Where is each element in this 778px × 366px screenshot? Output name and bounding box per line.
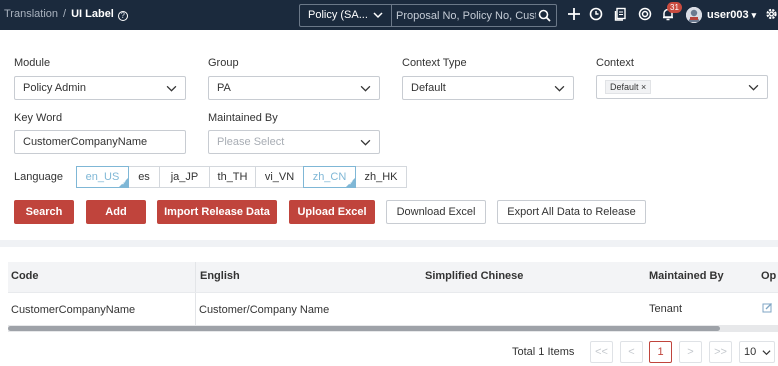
last-page-button[interactable]: >> (709, 341, 732, 363)
group-label: Group (208, 57, 239, 69)
notification-badge: 31 (667, 2, 682, 13)
context-tag-label: Default (610, 82, 639, 92)
chevron-down-icon (748, 84, 759, 91)
page-size-select[interactable]: 10 (739, 341, 775, 363)
context-type-select[interactable]: Default (402, 76, 574, 100)
keyword-label: Key Word (14, 112, 63, 124)
first-page-button[interactable]: << (590, 341, 613, 363)
language-option-label: th_TH (217, 171, 248, 183)
maintained-by-label: Maintained By (208, 112, 278, 124)
breadcrumb-separator: / (63, 8, 67, 20)
policy-type-value: Policy (SA... (308, 9, 368, 21)
username[interactable]: user003 ▾ (707, 9, 756, 21)
language-option-label: zh_HK (364, 171, 398, 183)
global-search (392, 4, 557, 27)
next-page-button[interactable]: > (679, 341, 702, 363)
breadcrumb: Translation / UI Label? (4, 8, 128, 21)
module-value: Policy Admin (23, 82, 86, 94)
module-select[interactable]: Policy Admin (14, 76, 186, 100)
language-option-label: zh_CN (312, 171, 347, 183)
column-header-maintained-by[interactable]: Maintained By (649, 270, 724, 282)
gear-icon[interactable] (765, 7, 778, 21)
cell-maintained-by: Tenant (649, 303, 683, 315)
target-icon[interactable] (638, 7, 652, 21)
total-items: Total 1 Items (512, 346, 575, 358)
language-label: Language (14, 171, 63, 183)
context-tag: Default × (605, 80, 652, 94)
language-option-zh-cn[interactable]: zh_CN ✓ (303, 166, 356, 188)
column-header-operation: Op (761, 270, 777, 282)
upload-excel-button[interactable]: Upload Excel (289, 200, 375, 224)
chevron-down-icon: ▾ (751, 10, 757, 20)
prev-page-button[interactable]: < (620, 341, 643, 363)
page-title: UI Label (71, 8, 114, 20)
row-divider (8, 292, 778, 293)
group-value: PA (217, 82, 231, 94)
help-icon[interactable]: ? (117, 11, 128, 21)
breadcrumb-parent[interactable]: Translation (4, 8, 58, 20)
context-multiselect[interactable]: Default × (596, 75, 768, 99)
search-button[interactable]: Search (14, 200, 74, 224)
table-header: Code English Simplified Chinese Maintain… (8, 262, 778, 292)
section-divider (0, 240, 778, 247)
user-avatar-icon (686, 7, 702, 23)
context-label: Context (596, 57, 634, 69)
cell-english: Customer/Company Name (199, 304, 330, 316)
chevron-down-icon (373, 12, 383, 19)
language-option-th-th[interactable]: th_TH (209, 166, 256, 188)
chevron-down-icon (360, 139, 371, 146)
column-header-english[interactable]: English (200, 270, 240, 282)
plus-icon[interactable] (567, 7, 581, 21)
chevron-down-icon (166, 85, 177, 92)
clock-icon[interactable] (589, 7, 603, 21)
top-bar: Translation / UI Label? Policy (SA... 31 u… (0, 0, 778, 30)
edit-icon[interactable] (762, 302, 773, 313)
policy-type-select[interactable]: Policy (SA... (299, 4, 392, 27)
add-button[interactable]: Add (86, 200, 146, 224)
keyword-input[interactable] (14, 130, 186, 154)
check-icon: ✓ (348, 180, 354, 187)
language-option-es[interactable]: es (128, 166, 160, 188)
language-option-vi-vn[interactable]: vi_VN (255, 166, 304, 188)
chevron-down-icon (554, 85, 565, 92)
language-option-label: es (138, 171, 150, 183)
group-select[interactable]: PA (208, 76, 380, 100)
chevron-down-icon (360, 85, 371, 92)
documents-icon[interactable] (614, 7, 628, 21)
language-option-label: vi_VN (264, 171, 295, 183)
download-excel-button[interactable]: Download Excel (386, 200, 486, 224)
cell-code: CustomerCompanyName (11, 304, 136, 316)
export-all-data-button[interactable]: Export All Data to Release (497, 200, 646, 224)
column-divider (195, 262, 196, 328)
language-option-label: en_US (85, 171, 120, 183)
page-size-value: 10 (744, 346, 757, 358)
language-option-en-us[interactable]: en_US ✓ (76, 166, 129, 188)
maintained-by-select[interactable]: Please Select (208, 130, 380, 154)
maintained-by-placeholder: Please Select (217, 136, 285, 148)
chevron-down-icon (762, 350, 771, 356)
import-release-data-button[interactable]: Import Release Data (157, 200, 277, 224)
column-header-simplified-chinese[interactable]: Simplified Chinese (425, 270, 523, 282)
language-option-zh-hk[interactable]: zh_HK (355, 166, 407, 188)
module-label: Module (14, 57, 51, 69)
avatar[interactable] (686, 7, 702, 23)
context-type-value: Default (411, 82, 446, 94)
scrollbar-thumb[interactable] (8, 326, 720, 331)
language-option-ja-jp[interactable]: ja_JP (159, 166, 210, 188)
horizontal-scrollbar[interactable] (8, 325, 778, 332)
global-search-input[interactable] (396, 8, 536, 23)
page-1-button[interactable]: 1 (649, 341, 672, 363)
check-icon: ✓ (121, 180, 127, 187)
username-label: user003 (707, 9, 749, 21)
language-option-label: ja_JP (170, 171, 199, 183)
tag-remove-icon[interactable]: × (641, 82, 646, 92)
context-type-label: Context Type (402, 57, 467, 69)
column-header-code[interactable]: Code (11, 270, 39, 282)
search-icon[interactable] (538, 9, 551, 22)
